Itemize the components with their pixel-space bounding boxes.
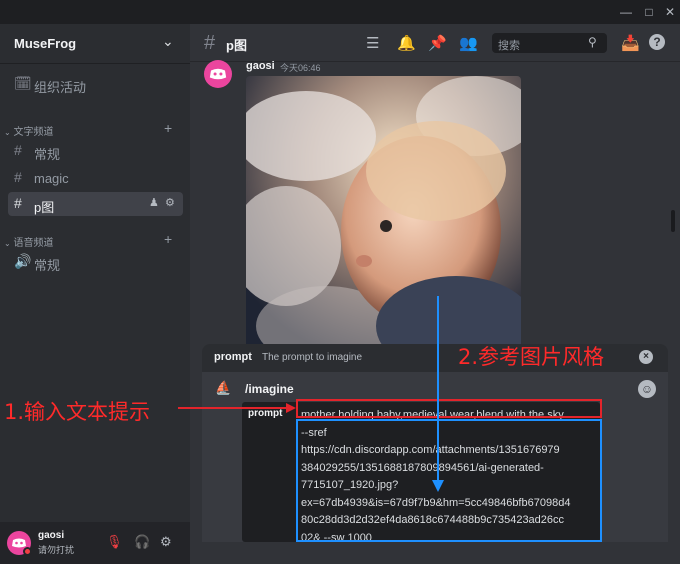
category-label: 文字频道 <box>13 127 54 138</box>
hash-icon: # <box>14 195 22 211</box>
window-titlebar: — □ ✕ <box>0 0 680 24</box>
avatar[interactable] <box>7 531 32 556</box>
gear-icon[interactable]: ⚙ <box>160 534 172 550</box>
sidebar-item-label: 组织活动 <box>34 80 87 95</box>
add-channel-icon[interactable]: + <box>164 231 172 247</box>
sidebar-item-label: 常规 <box>34 258 61 273</box>
sidebar-item-label: 常规 <box>34 147 61 162</box>
message-avatar[interactable] <box>204 60 232 88</box>
hash-icon: # <box>204 32 216 54</box>
username: gaosi <box>38 530 65 541</box>
mute-mic-icon[interactable]: 🎙 <box>106 534 123 550</box>
message-image-attachment[interactable] <box>246 76 521 366</box>
maximize-icon[interactable]: □ <box>641 4 657 20</box>
hash-icon: # <box>14 169 22 185</box>
threads-icon[interactable]: ☰ <box>366 34 379 52</box>
members-icon[interactable]: 👥 <box>459 34 478 52</box>
baby-in-clouds-image <box>246 76 521 366</box>
option-name: prompt <box>214 351 252 363</box>
category-voice-channels[interactable]: ⌄ 语音频道 + <box>4 231 184 249</box>
minimize-icon[interactable]: — <box>618 4 634 20</box>
highlight-text-prompt <box>296 399 602 418</box>
speaker-icon: 🔊 <box>14 253 32 269</box>
slash-command-name: /imagine <box>245 382 294 396</box>
discord-logo-icon <box>209 68 227 80</box>
annotation-text-prompt: 1.输入文本提示 <box>4 400 151 424</box>
bell-icon[interactable]: 🔔 <box>397 34 416 52</box>
scrollbar[interactable] <box>671 210 675 232</box>
category-label: 语音频道 <box>13 238 54 249</box>
sidebar-item-channel-magic[interactable]: # magic <box>8 166 183 190</box>
message-author[interactable]: gaosi <box>246 60 275 72</box>
user-panel: gaosi 请勿打扰 🎙 🎧 ⚙ <box>0 522 190 564</box>
close-icon[interactable]: ✕ <box>662 4 678 20</box>
annotation-style-reference: 2.参考图片风格 <box>458 345 605 369</box>
gear-icon[interactable]: ⚙ <box>165 196 175 209</box>
search-input[interactable]: 搜索 ⚲ <box>492 33 607 53</box>
channel-title: p图 <box>226 38 247 53</box>
highlight-style-reference <box>296 419 602 542</box>
user-status: 请勿打扰 <box>38 545 75 555</box>
sidebar-item-label: p图 <box>34 200 55 215</box>
option-chip[interactable]: prompt <box>248 408 282 419</box>
calendar-icon: 🗓 <box>14 75 32 91</box>
search-icon: ⚲ <box>588 35 597 49</box>
bot-icon: ⛵ <box>215 380 232 395</box>
headphones-icon[interactable]: 🎧 <box>134 534 150 550</box>
server-header[interactable]: MuseFrog ⌄ <box>0 24 190 64</box>
sidebar-item-channel-ptu[interactable]: # p图 ♟ ⚙ <box>8 192 183 216</box>
close-icon[interactable]: × <box>639 350 653 364</box>
channel-sidebar: MuseFrog ⌄ 🗓 组织活动 ⌄ 文字频道 + # 常规 # magic … <box>0 24 190 564</box>
search-placeholder: 搜索 <box>498 40 520 52</box>
inbox-icon[interactable]: 📥 <box>621 34 640 52</box>
channel-header: # p图 ☰ 🔔 📌 👥 搜索 ⚲ 📥 ? <box>190 24 680 62</box>
add-channel-icon[interactable]: + <box>164 120 172 136</box>
emoji-icon[interactable]: ☺ <box>638 380 656 398</box>
help-icon[interactable]: ? <box>649 34 665 50</box>
sidebar-item-channel-general[interactable]: # 常规 <box>8 139 183 163</box>
hash-icon: # <box>14 142 22 158</box>
pin-icon[interactable]: 📌 <box>428 34 447 52</box>
message-timestamp: 今天06:46 <box>280 63 321 73</box>
category-text-channels[interactable]: ⌄ 文字频道 + <box>4 120 184 138</box>
chevron-down-icon[interactable]: ⌄ <box>162 33 174 50</box>
dnd-status-icon <box>23 547 32 556</box>
sidebar-item-events[interactable]: 🗓 组织活动 <box>8 72 183 96</box>
sidebar-item-label: magic <box>34 171 69 186</box>
option-description: The prompt to imagine <box>262 352 363 363</box>
sidebar-item-voice-general[interactable]: 🔊 常规 <box>8 250 183 274</box>
add-member-icon[interactable]: ♟ <box>149 196 159 209</box>
server-name: MuseFrog <box>14 36 77 51</box>
